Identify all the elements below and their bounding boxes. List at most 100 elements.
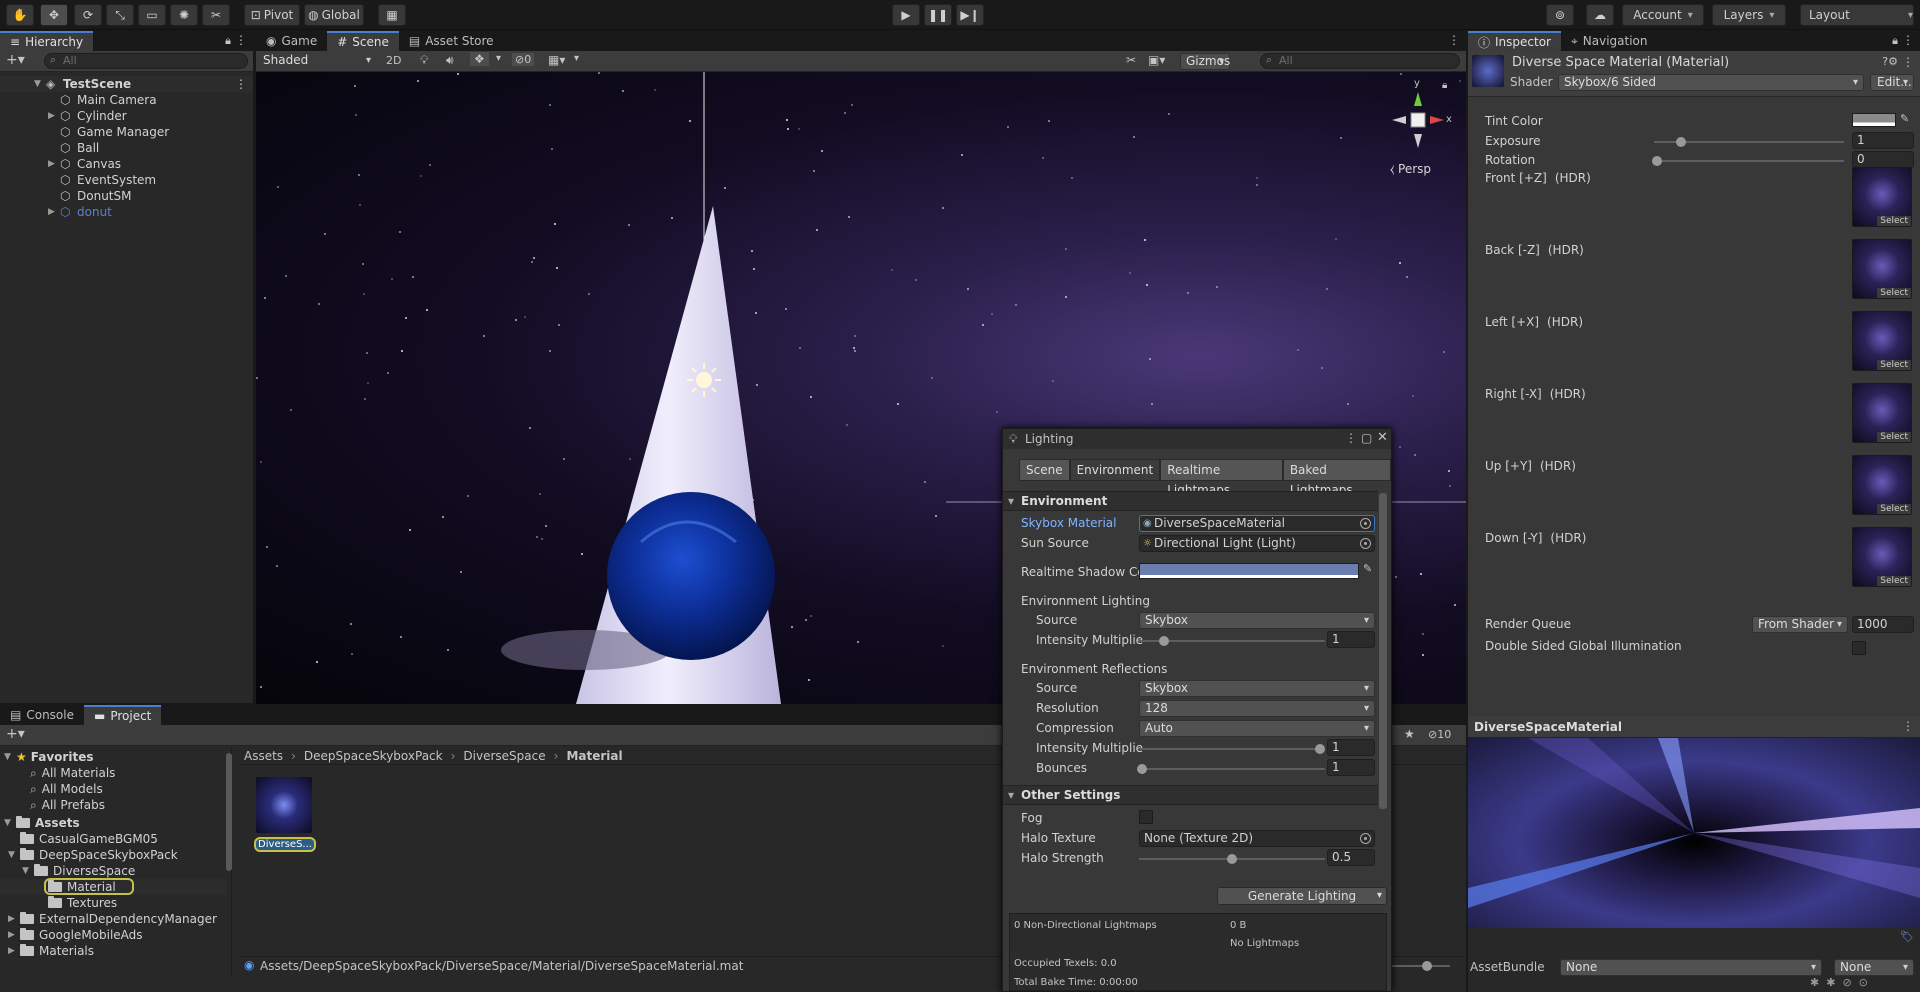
tab-hierarchy[interactable]: ≡ Hierarchy xyxy=(0,31,94,51)
expand-arrow-icon[interactable]: ▼ xyxy=(8,850,20,860)
tree-folder-item[interactable]: Textures xyxy=(0,895,226,911)
step-button[interactable]: ▶❙ xyxy=(956,4,984,26)
assets-header[interactable]: ▼ Assets xyxy=(4,815,80,831)
object-picker-icon[interactable] xyxy=(1360,833,1371,844)
lighting-tab[interactable]: Environment xyxy=(1069,459,1161,481)
bug-icon[interactable]: ✱ xyxy=(1826,976,1835,989)
select-label[interactable]: Select xyxy=(1877,576,1911,586)
env-lighting-intensity-slider[interactable] xyxy=(1139,636,1325,646)
maximize-icon[interactable]: ▢ xyxy=(1361,431,1372,445)
rotation-slider-knob[interactable] xyxy=(1652,156,1662,166)
tree-folder-item[interactable]: Material xyxy=(0,878,226,895)
move-tool-icon[interactable]: ✥ xyxy=(40,4,68,26)
chevron-down-icon[interactable]: ▾ xyxy=(1377,888,1382,904)
tab-game[interactable]: ◉ Game xyxy=(256,31,327,51)
lighting-titlebar[interactable]: 💡︎ Lighting ⋮ ▢ ✕ xyxy=(1003,429,1391,449)
exposure-slider-knob[interactable] xyxy=(1676,137,1686,147)
hidden-packages-toggle[interactable]: ⊘10 xyxy=(1428,728,1451,741)
object-picker-icon[interactable] xyxy=(1360,518,1371,529)
lighting-menu-icon[interactable]: ⋮ xyxy=(1345,431,1357,445)
asset-thumbnail[interactable] xyxy=(256,777,312,833)
tab-navigation[interactable]: ⌖ Navigation xyxy=(1561,31,1658,51)
fog-checkbox[interactable] xyxy=(1139,810,1153,824)
toggle-2d[interactable]: 2D xyxy=(386,54,401,67)
pivot-toggle[interactable]: ⊡ Pivot xyxy=(244,4,300,26)
lighting-tab[interactable]: Realtime Lightmaps xyxy=(1160,459,1283,497)
shader-dropdown[interactable]: Skybox/6 Sided xyxy=(1558,74,1864,91)
tint-color-swatch[interactable] xyxy=(1852,113,1896,127)
lighting-toggle-icon[interactable]: 💡︎ xyxy=(420,53,428,68)
favorite-item[interactable]: ⌕ All Prefabs xyxy=(30,797,105,813)
expand-arrow-icon[interactable]: ▼ xyxy=(34,79,46,89)
skybox-material-field[interactable]: ◉ DiverseSpaceMaterial xyxy=(1139,515,1375,532)
expand-arrow-icon[interactable]: ▶ xyxy=(48,111,60,121)
network-icon[interactable]: ⊘ xyxy=(1842,976,1851,989)
collab-icon[interactable]: ⊚ xyxy=(1546,4,1574,26)
play-button[interactable]: ▶ xyxy=(892,4,920,26)
scene-row[interactable]: ▼ ◈ TestScene ⋮ xyxy=(0,76,253,92)
favorites-header[interactable]: ▼ ★ Favorites xyxy=(4,749,93,765)
add-icon[interactable]: +▾ xyxy=(6,52,25,68)
tab-asset-store[interactable]: ▤ Asset Store xyxy=(399,31,504,51)
more-icon[interactable]: ⋮ xyxy=(235,33,247,47)
hand-tool-icon[interactable]: ✋ xyxy=(6,4,34,26)
scene-menu-icon[interactable]: ⋮ xyxy=(235,77,247,91)
inspector-more-icon[interactable]: ⋮ xyxy=(1902,33,1914,47)
select-label[interactable]: Select xyxy=(1877,360,1911,370)
tree-folder-item[interactable]: ▼ DiverseSpace xyxy=(0,863,226,879)
lighting-scrollbar[interactable] xyxy=(1379,493,1387,809)
favorite-filter-icon[interactable]: ★ xyxy=(1404,727,1415,741)
tab-inspector[interactable]: ⓘ Inspector xyxy=(1468,31,1561,51)
expand-arrow-icon[interactable]: ▶ xyxy=(48,207,60,217)
select-label[interactable]: Select xyxy=(1877,504,1911,514)
environment-section-header[interactable]: Environment xyxy=(1003,491,1378,511)
object-picker-icon[interactable] xyxy=(1360,538,1371,549)
ball-object[interactable] xyxy=(607,492,775,660)
gizmos-dropdown[interactable]: Gizmos xyxy=(1180,53,1230,70)
layout-dropdown[interactable]: Layout xyxy=(1800,4,1914,26)
expand-arrow-icon[interactable]: ▶ xyxy=(8,930,20,940)
projection-toggle[interactable]: ⧼ Persp xyxy=(1390,162,1431,177)
realtime-shadow-color-swatch[interactable] xyxy=(1139,563,1359,579)
hierarchy-item[interactable]: ⬡ EventSystem xyxy=(0,172,253,188)
exposure-slider[interactable] xyxy=(1654,137,1844,147)
resolution-dropdown[interactable]: 128 xyxy=(1139,700,1375,717)
face-texture-thumbnail[interactable]: Select xyxy=(1852,455,1912,515)
double-sided-gi-checkbox[interactable] xyxy=(1852,641,1866,655)
lighting-tab[interactable]: Baked Lightmaps xyxy=(1282,459,1391,497)
custom-tool-icon[interactable]: ✂ xyxy=(202,4,230,26)
reflection-intensity-field[interactable]: 1 xyxy=(1327,739,1375,756)
sun-light-icon[interactable] xyxy=(687,363,721,397)
select-label[interactable]: Select xyxy=(1877,216,1911,226)
tree-folder-item[interactable]: ▼ DeepSpaceSkyboxPack xyxy=(0,847,226,863)
bounces-field[interactable]: 1 xyxy=(1327,759,1375,776)
eyedropper-icon[interactable]: ✎ xyxy=(1363,562,1372,575)
tree-folder-item[interactable]: ▶ GoogleMobileAds xyxy=(0,927,226,943)
tree-folder-item[interactable]: CasualGameBGM05 xyxy=(0,831,226,847)
asset-bundle-dropdown[interactable]: None xyxy=(1560,959,1822,976)
compression-dropdown[interactable]: Auto xyxy=(1139,720,1375,737)
orientation-gizmo[interactable]: y x xyxy=(1378,78,1458,160)
shader-edit-button[interactable]: Edit... xyxy=(1870,74,1914,91)
bounces-knob[interactable] xyxy=(1137,764,1147,774)
tree-scrollbar[interactable] xyxy=(226,753,232,871)
hidden-objects-toggle[interactable]: ⊘0 xyxy=(512,53,535,66)
transform-tool-icon[interactable]: ✺ xyxy=(170,4,198,26)
select-label[interactable]: Select xyxy=(1877,288,1911,298)
sync-icon[interactable]: ⊙ xyxy=(1859,976,1868,989)
tree-folder-item[interactable]: ▶ ExternalDependencyManager xyxy=(0,911,226,927)
rotation-field[interactable]: 0 xyxy=(1852,151,1914,168)
cloud-icon[interactable]: ☁ xyxy=(1586,4,1614,26)
face-texture-thumbnail[interactable]: Select xyxy=(1852,527,1912,587)
create-icon[interactable]: +▾ xyxy=(6,726,25,742)
halo-strength-knob[interactable] xyxy=(1227,854,1237,864)
account-dropdown[interactable]: Account xyxy=(1622,4,1704,26)
shading-mode-dropdown[interactable]: Shaded xyxy=(258,53,376,70)
tools-icon[interactable]: ✂ xyxy=(1126,53,1136,67)
asset-name-label[interactable]: DiverseS... xyxy=(254,837,316,852)
reflection-intensity-slider[interactable] xyxy=(1139,744,1325,754)
bounces-slider[interactable] xyxy=(1137,764,1325,774)
effects-toggle-icon[interactable]: ❖ xyxy=(470,52,489,66)
breadcrumb-item[interactable]: DiverseSpace xyxy=(463,749,545,763)
scene-search-input[interactable]: All xyxy=(1260,53,1460,69)
